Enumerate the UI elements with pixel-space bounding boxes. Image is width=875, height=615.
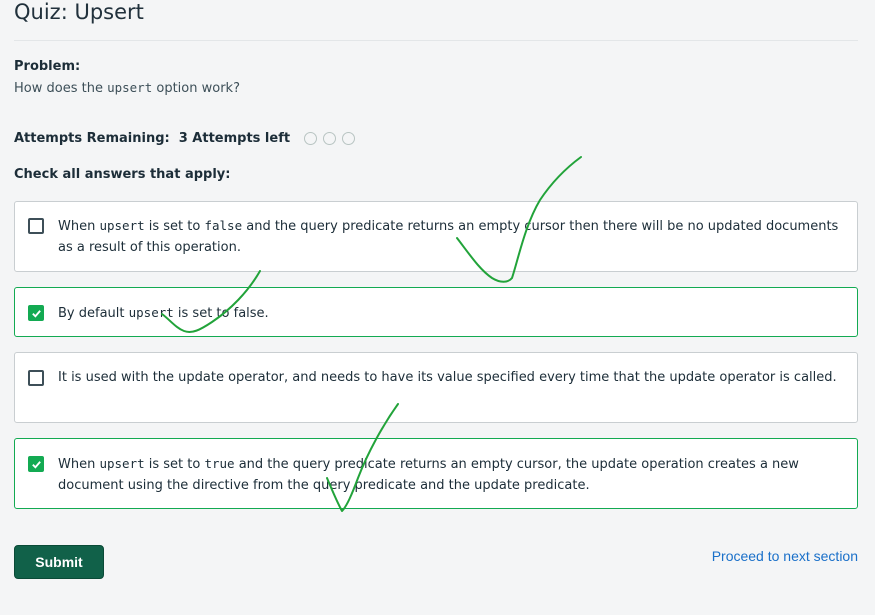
check-icon	[31, 309, 41, 318]
answer-option-text: It is used with the update operator, and…	[58, 370, 837, 385]
text-segment: is set to	[144, 219, 205, 234]
text-segment: When	[58, 457, 100, 472]
attempts-remaining: Attempts Remaining: 3 Attempts left	[14, 131, 356, 146]
answer-option-4[interactable]: When upsert is set to true and the query…	[14, 438, 858, 509]
attempt-indicator-circle	[342, 132, 356, 145]
code-segment: upsert	[128, 305, 174, 320]
title-divider	[14, 40, 858, 41]
answer-option-2[interactable]: By default upsert is set to false.	[14, 287, 858, 337]
problem-text-post: option work?	[152, 81, 240, 96]
checkbox-unchecked-icon[interactable]	[28, 370, 44, 386]
text-segment: When	[58, 219, 100, 234]
instruction-text: Check all answers that apply:	[14, 167, 231, 182]
problem-text: How does the upsert option work?	[14, 80, 240, 96]
check-icon	[31, 460, 41, 469]
proceed-next-section-link[interactable]: Proceed to next section	[712, 548, 858, 564]
code-segment: upsert	[99, 218, 145, 233]
answer-option-text: By default upsert is set to false.	[58, 302, 269, 324]
checkbox-unchecked-icon[interactable]	[28, 218, 44, 234]
text-segment: By default	[58, 306, 129, 321]
attempt-indicators	[304, 132, 356, 145]
code-segment: false	[204, 218, 243, 233]
attempt-indicator-circle	[323, 132, 337, 145]
text-segment: is set to	[144, 457, 205, 472]
code-segment: true	[204, 456, 235, 471]
checkbox-checked-icon[interactable]	[28, 456, 44, 472]
answer-option-1[interactable]: When upsert is set to false and the quer…	[14, 201, 858, 272]
checkbox-checked-icon[interactable]	[28, 305, 44, 321]
attempts-label: Attempts Remaining:	[14, 131, 170, 146]
problem-label: Problem:	[14, 59, 81, 74]
code-segment: upsert	[99, 456, 145, 471]
text-segment: is set to false.	[173, 306, 269, 321]
submit-button[interactable]: Submit	[14, 545, 104, 579]
attempt-indicator-circle	[304, 132, 318, 145]
answer-option-text: When upsert is set to true and the query…	[58, 453, 841, 496]
answer-option-text: When upsert is set to false and the quer…	[58, 215, 841, 258]
attempts-count: 3 Attempts left	[178, 131, 291, 146]
answer-option-3[interactable]: It is used with the update operator, and…	[14, 352, 858, 423]
problem-code: upsert	[107, 80, 153, 95]
page-title: Quiz: Upsert	[14, 0, 144, 24]
problem-text-pre: How does the	[14, 81, 108, 96]
